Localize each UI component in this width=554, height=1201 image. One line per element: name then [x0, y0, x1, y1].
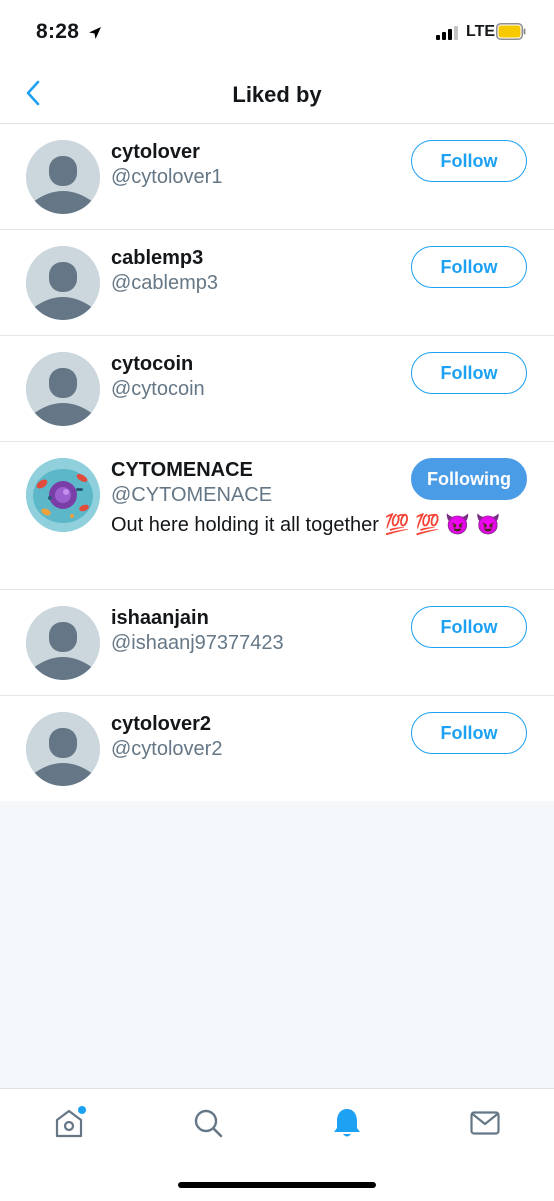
user-info: CYTOMENACE @CYTOMENACE Out here holding … [111, 458, 501, 539]
follow-button[interactable]: Follow [411, 352, 527, 394]
messages-envelope-icon [470, 1111, 500, 1135]
tab-messages[interactable] [465, 1103, 505, 1143]
tab-home[interactable] [49, 1103, 89, 1143]
user-info: cytolover @cytolover1 [111, 140, 394, 190]
user-name[interactable]: ishaanjain [111, 606, 394, 630]
tab-search[interactable] [188, 1103, 228, 1143]
home-icon [55, 1106, 86, 1138]
user-handle: @CYTOMENACE [111, 484, 273, 506]
user-bio: Out here holding it all together 💯 💯 😈 😈 [111, 514, 501, 536]
navigation-bar: Liked by [0, 66, 554, 124]
user-handle: @ishaanj97377423 [111, 632, 284, 654]
user-row[interactable]: cytolover2 @cytolover2 Follow [0, 696, 554, 801]
tab-notifications[interactable] [327, 1103, 367, 1143]
user-info: cytocoin @cytocoin [111, 352, 394, 402]
user-row[interactable]: cablemp3 @cablemp3 Follow [0, 230, 554, 336]
status-time: 8:28 [36, 20, 80, 43]
follow-button[interactable]: Follow [411, 712, 527, 754]
user-name[interactable]: cablemp3 [111, 246, 394, 270]
follow-button[interactable]: Follow [411, 606, 527, 648]
user-handle: @cytocoin [111, 378, 205, 400]
search-icon [194, 1109, 223, 1138]
user-name[interactable]: CYTOMENACE [111, 458, 394, 482]
default-avatar-icon[interactable] [26, 352, 100, 426]
user-info: ishaanjain @ishaanj97377423 [111, 606, 394, 656]
user-info: cablemp3 @cablemp3 [111, 246, 394, 296]
user-name[interactable]: cytocoin [111, 352, 394, 376]
default-avatar-icon[interactable] [26, 140, 100, 214]
user-row[interactable]: CYTOMENACE @CYTOMENACE Out here holding … [0, 442, 554, 590]
status-bar: 8:28 LTE [0, 0, 554, 66]
user-name[interactable]: cytolover2 [111, 712, 394, 736]
network-type: LTE [466, 23, 496, 40]
notifications-bell-icon [334, 1109, 360, 1137]
battery-icon [496, 23, 526, 40]
page-title: Liked by [232, 82, 322, 107]
user-row[interactable]: ishaanjain @ishaanj97377423 Follow [0, 590, 554, 696]
home-indicator [178, 1182, 376, 1188]
follow-button[interactable]: Follow [411, 140, 527, 182]
user-handle: @cytolover2 [111, 738, 223, 760]
user-info: cytolover2 @cytolover2 [111, 712, 394, 762]
cell-avatar-image[interactable] [26, 458, 100, 532]
user-row[interactable]: cytocoin @cytocoin Follow [0, 336, 554, 442]
default-avatar-icon[interactable] [26, 712, 100, 786]
user-handle: @cytolover1 [111, 166, 223, 188]
follow-button[interactable]: Follow [411, 246, 527, 288]
user-row[interactable]: cytolover @cytolover1 Follow [0, 124, 554, 230]
location-arrow-icon [89, 27, 101, 39]
default-avatar-icon[interactable] [26, 246, 100, 320]
user-name[interactable]: cytolover [111, 140, 394, 164]
cellular-signal-icon [436, 26, 458, 40]
liked-by-user-list: cytolover @cytolover1 Follow cablemp3 @c… [0, 124, 554, 801]
user-handle: @cablemp3 [111, 272, 219, 294]
default-avatar-icon[interactable] [26, 606, 100, 680]
following-button[interactable]: Following [411, 458, 527, 500]
